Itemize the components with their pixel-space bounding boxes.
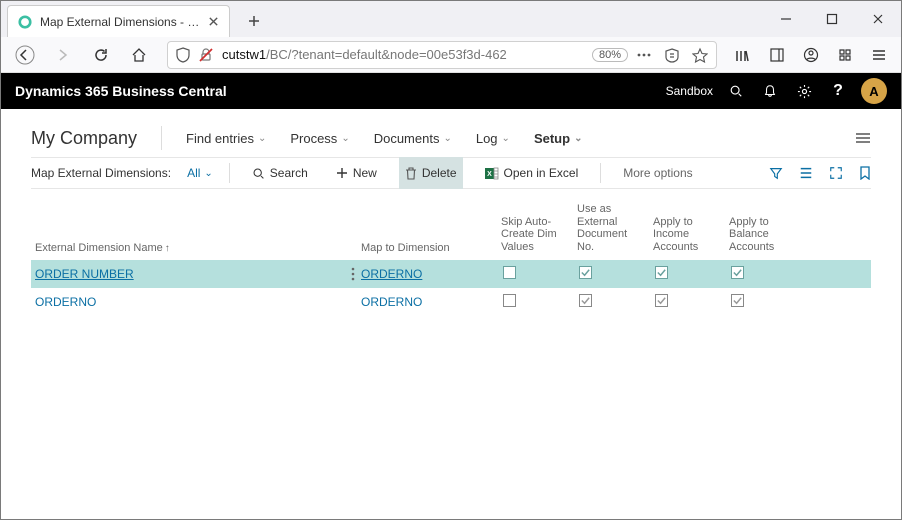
menu-documents[interactable]: Documents⌄ <box>374 131 452 146</box>
browser-toolbar: cutstw1/BC/?tenant=default&node=00e53f3d… <box>1 37 901 73</box>
tab-close-icon[interactable] <box>208 16 219 27</box>
environment-label: Sandbox <box>666 84 713 98</box>
col-skip-auto-create[interactable]: Skip Auto-Create Dim Values <box>501 216 577 254</box>
help-icon[interactable]: ? <box>827 80 849 102</box>
checkbox-icon[interactable] <box>655 266 668 279</box>
window-minimize-button[interactable] <box>763 1 809 37</box>
nav-forward-button[interactable] <box>53 45 73 65</box>
more-options[interactable]: More options <box>617 157 698 189</box>
checkbox-icon[interactable] <box>579 266 592 279</box>
col-external-dimension-name[interactable]: External Dimension Name↑ <box>31 242 361 254</box>
menu-more-icon[interactable] <box>855 132 871 144</box>
bookmark-page-icon[interactable] <box>859 166 871 180</box>
table-row[interactable]: ORDER NUMBER ORDERNO <box>31 260 871 288</box>
col-apply-balance[interactable]: Apply to Balance Accounts <box>729 216 805 254</box>
cell-map[interactable]: ORDERNO <box>361 267 501 281</box>
expand-icon[interactable] <box>829 166 843 180</box>
app-header: Dynamics 365 Business Central Sandbox ? … <box>1 73 901 109</box>
row-menu-icon[interactable] <box>351 267 355 281</box>
browser-tabstrip: Map External Dimensions - Dyn <box>1 1 901 37</box>
bookmark-star-icon[interactable] <box>692 47 708 63</box>
url-text: cutstw1/BC/?tenant=default&node=00e53f3d… <box>222 47 584 62</box>
checkbox-icon[interactable] <box>655 294 668 307</box>
cell-name[interactable]: ORDER NUMBER <box>35 267 134 281</box>
settings-gear-icon[interactable] <box>793 80 815 102</box>
tracking-shield-icon[interactable] <box>176 47 190 63</box>
checkbox-icon[interactable] <box>579 294 592 307</box>
filter-all[interactable]: All⌄ <box>187 166 213 180</box>
col-map-to-dimension[interactable]: Map to Dimension <box>361 242 501 254</box>
https-crossed-icon[interactable] <box>198 47 214 63</box>
notifications-icon[interactable] <box>759 80 781 102</box>
grid-header: External Dimension Name↑ Map to Dimensio… <box>31 197 871 260</box>
list-caption: Map External Dimensions: <box>31 166 171 180</box>
sort-asc-icon: ↑ <box>165 243 170 254</box>
checkbox-icon[interactable] <box>731 294 744 307</box>
col-external-doc-no[interactable]: Use as External Document No. <box>577 203 653 254</box>
page-menubar: My Company Find entries⌄ Process⌄ Docume… <box>31 119 871 157</box>
data-grid: External Dimension Name↑ Map to Dimensio… <box>31 197 871 316</box>
menu-setup[interactable]: Setup⌄ <box>534 131 583 146</box>
tab-title: Map External Dimensions - Dyn <box>40 15 200 29</box>
list-view-icon[interactable] <box>799 166 813 180</box>
table-row[interactable]: ORDERNO ORDERNO <box>31 288 871 316</box>
zoom-badge[interactable]: 80% <box>592 48 628 62</box>
new-action[interactable]: New <box>330 157 383 189</box>
page-actions-icon[interactable] <box>636 52 652 58</box>
nav-home-button[interactable] <box>129 45 149 65</box>
app-menu-icon[interactable] <box>871 47 887 63</box>
header-search-icon[interactable] <box>725 80 747 102</box>
cell-map[interactable]: ORDERNO <box>361 295 501 309</box>
tab-favicon <box>18 15 32 29</box>
checkbox-icon[interactable] <box>503 266 516 279</box>
open-in-excel-action[interactable]: X Open in Excel <box>479 157 585 189</box>
account-icon[interactable] <box>803 47 819 63</box>
extensions-icon[interactable] <box>837 47 853 63</box>
reader-icon[interactable] <box>664 47 680 63</box>
list-toolbar: Map External Dimensions: All⌄ Search New… <box>31 157 871 189</box>
window-maximize-button[interactable] <box>809 1 855 37</box>
delete-action[interactable]: Delete <box>399 157 463 189</box>
menu-log[interactable]: Log⌄ <box>476 131 510 146</box>
app-title: Dynamics 365 Business Central <box>15 83 227 99</box>
search-action[interactable]: Search <box>246 157 314 189</box>
company-name[interactable]: My Company <box>31 128 137 149</box>
library-icon[interactable] <box>735 47 751 63</box>
window-close-button[interactable] <box>855 1 901 37</box>
filter-pane-icon[interactable] <box>769 166 783 180</box>
nav-reload-button[interactable] <box>91 45 111 65</box>
nav-back-button[interactable] <box>15 45 35 65</box>
svg-text:X: X <box>487 171 492 178</box>
cell-name[interactable]: ORDERNO <box>35 295 96 309</box>
col-apply-income[interactable]: Apply to Income Accounts <box>653 216 729 254</box>
user-avatar[interactable]: A <box>861 78 887 104</box>
sidebar-icon[interactable] <box>769 47 785 63</box>
menu-find-entries[interactable]: Find entries⌄ <box>186 131 266 146</box>
browser-tab[interactable]: Map External Dimensions - Dyn <box>7 5 230 37</box>
checkbox-icon[interactable] <box>731 266 744 279</box>
new-tab-button[interactable] <box>240 7 268 35</box>
address-bar[interactable]: cutstw1/BC/?tenant=default&node=00e53f3d… <box>167 41 717 69</box>
checkbox-icon[interactable] <box>503 294 516 307</box>
menu-process[interactable]: Process⌄ <box>290 131 349 146</box>
